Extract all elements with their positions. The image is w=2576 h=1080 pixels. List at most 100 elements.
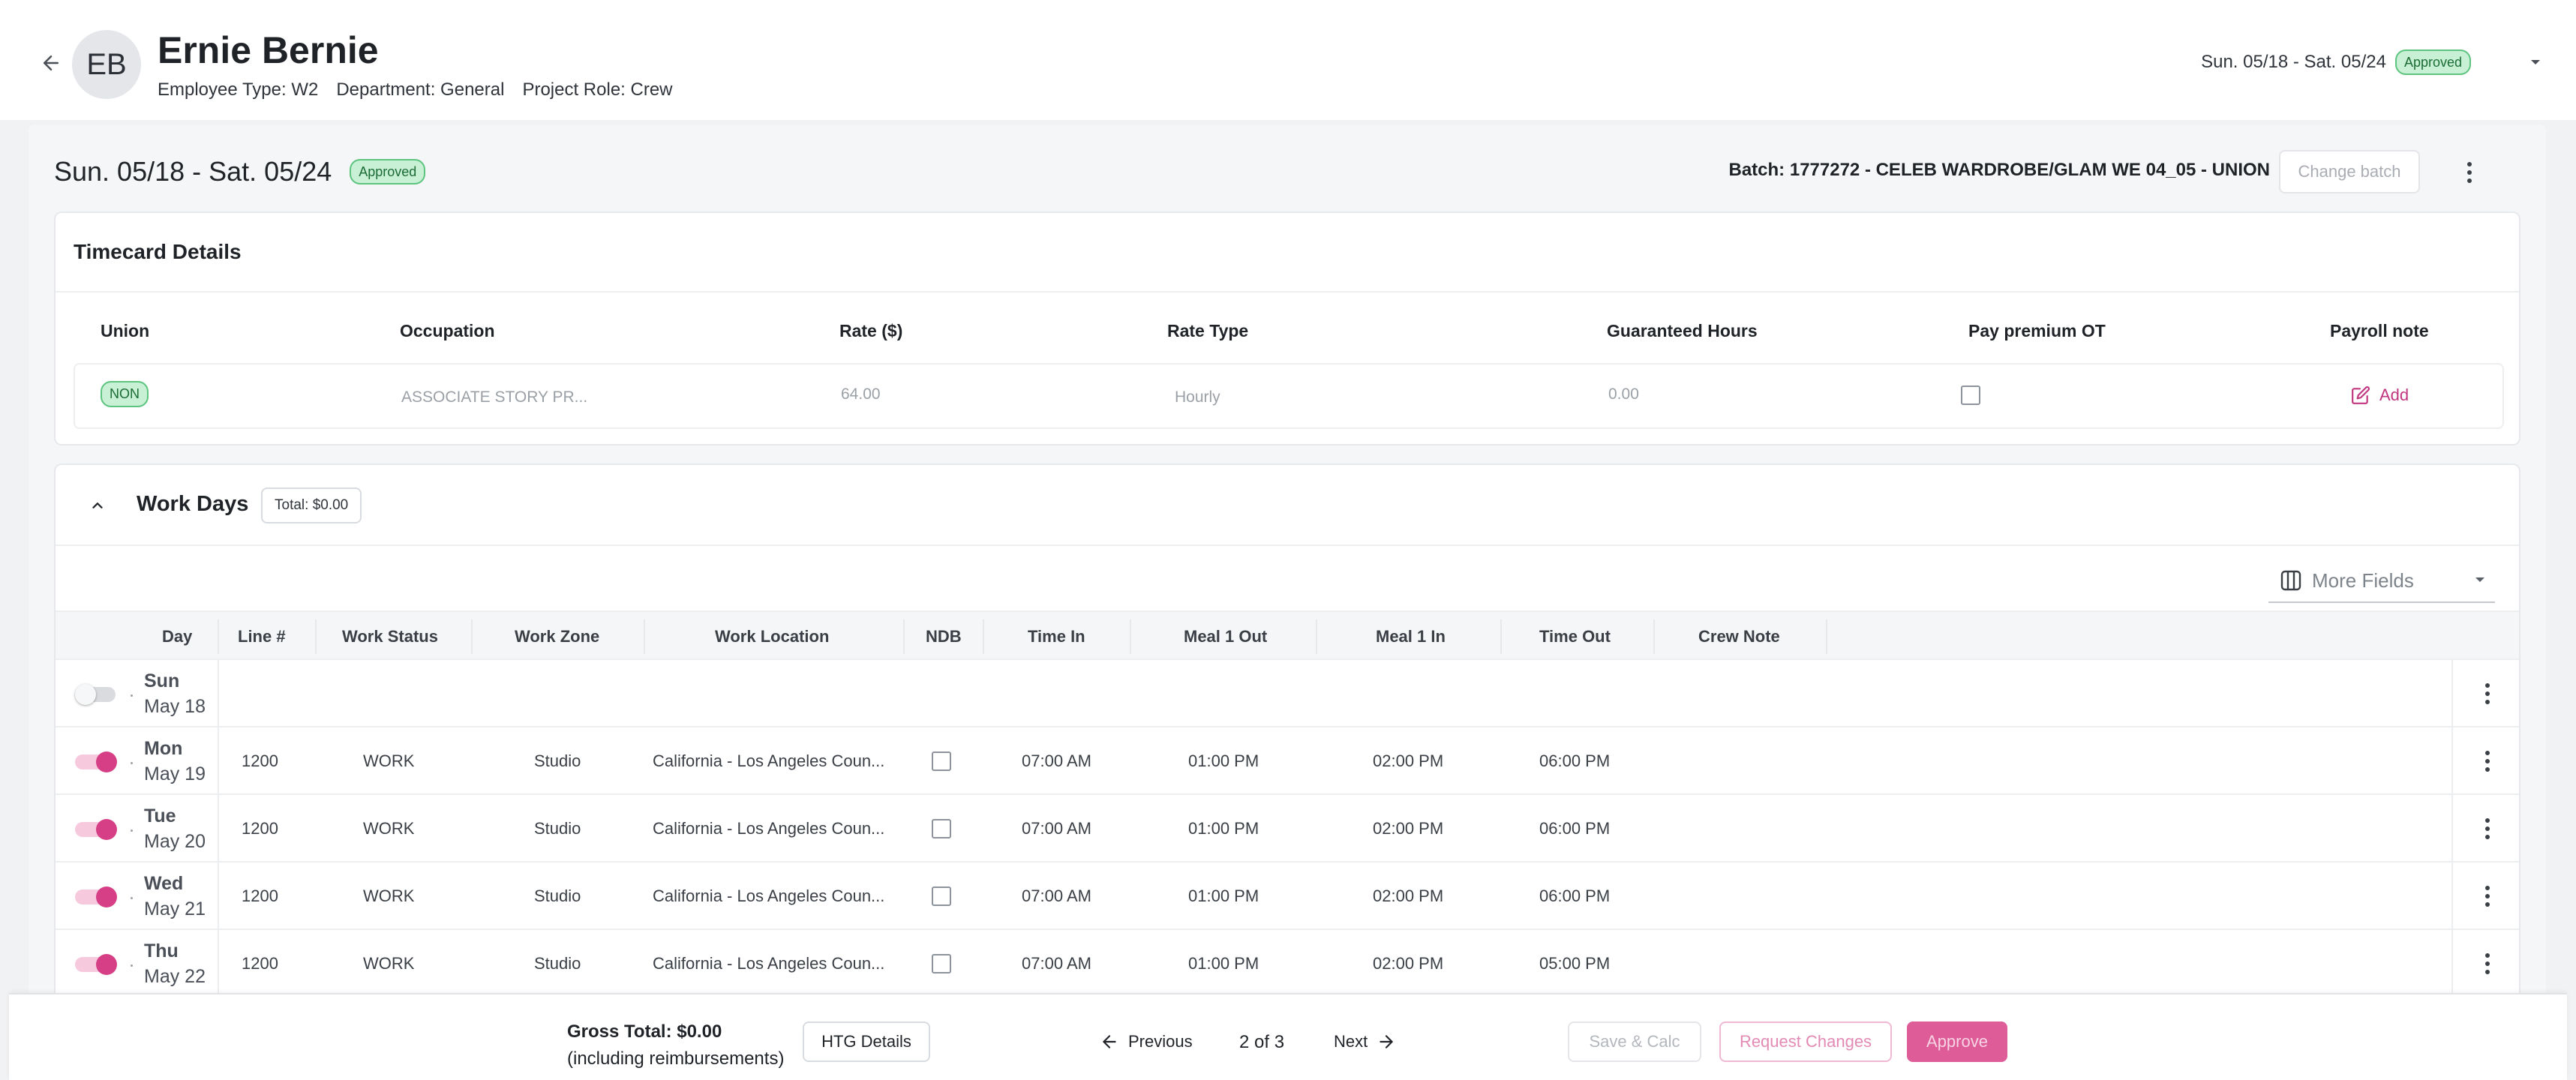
day-toggle[interactable] xyxy=(75,684,119,705)
work-location[interactable]: California - Los Angeles Coun... xyxy=(653,886,884,906)
meal1-out[interactable]: 01:00 PM xyxy=(1188,954,1259,974)
htg-details-button[interactable]: HTG Details xyxy=(803,1022,930,1062)
week-dropdown-button[interactable] xyxy=(2525,52,2546,73)
arrow-right-icon xyxy=(1380,1035,1393,1048)
timecard-details-card: Timecard Details Union Occupation Rate (… xyxy=(54,212,2520,446)
work-zone[interactable]: Studio xyxy=(534,886,581,906)
next-button[interactable]: Next xyxy=(1326,1022,1404,1062)
work-zone[interactable]: Studio xyxy=(534,752,581,771)
approve-button[interactable]: Approve xyxy=(1907,1022,2007,1062)
meal1-in[interactable]: 02:00 PM xyxy=(1373,954,1443,974)
line-number[interactable]: 1200 xyxy=(242,954,278,974)
meal1-out[interactable]: 01:00 PM xyxy=(1188,819,1259,838)
time-in[interactable]: 07:00 AM xyxy=(1022,954,1091,974)
gross-total: Gross Total: $0.00 (including reimbursem… xyxy=(567,1018,784,1072)
divider xyxy=(218,728,219,794)
meal1-in[interactable]: 02:00 PM xyxy=(1373,752,1443,771)
ndb-checkbox[interactable] xyxy=(932,819,951,838)
ndb-checkbox[interactable] xyxy=(932,886,951,906)
divider xyxy=(2451,862,2453,928)
ndb-checkbox[interactable] xyxy=(932,752,951,771)
column-divider xyxy=(1653,620,1655,654)
row-more-icon[interactable] xyxy=(2472,881,2502,911)
line-number[interactable]: 1200 xyxy=(242,752,278,771)
day-toggle[interactable] xyxy=(75,819,119,840)
collapse-button[interactable] xyxy=(83,490,113,520)
time-out[interactable]: 05:00 PM xyxy=(1539,954,1610,974)
work-location[interactable]: California - Los Angeles Coun... xyxy=(653,819,884,838)
occupation-value: ASSOCIATE STORY PR... xyxy=(401,388,588,406)
timecard-week: Sun. 05/18 - Sat. 05/24 xyxy=(54,156,332,187)
back-button[interactable] xyxy=(36,48,66,78)
status-badge: Approved xyxy=(2394,50,2471,75)
column-divider xyxy=(983,620,984,654)
time-out[interactable]: 06:00 PM xyxy=(1539,886,1610,906)
time-in[interactable]: 07:00 AM xyxy=(1022,752,1091,771)
ndb-checkbox[interactable] xyxy=(932,954,951,974)
day-date: May 20 xyxy=(144,831,206,852)
timecard-more-icon[interactable] xyxy=(2454,158,2484,188)
header-guaranteed-hours: Guaranteed Hours xyxy=(1607,321,1758,340)
column-divider xyxy=(1500,620,1502,654)
divider xyxy=(2451,930,2453,996)
work-status[interactable]: WORK xyxy=(363,954,414,974)
work-zone[interactable]: Studio xyxy=(534,954,581,974)
divider xyxy=(56,291,2519,292)
more-fields-select[interactable]: More Fields xyxy=(2268,560,2495,603)
work-location[interactable]: California - Los Angeles Coun... xyxy=(653,954,884,974)
time-in[interactable]: 07:00 AM xyxy=(1022,819,1091,838)
columns-icon xyxy=(2280,570,2301,591)
work-location[interactable]: California - Los Angeles Coun... xyxy=(653,752,884,771)
work-days-card: Work Days Total: $0.00 More Fields Day L… xyxy=(54,464,2520,1080)
row-more-icon[interactable] xyxy=(2472,949,2502,979)
add-payroll-note-button[interactable]: Add xyxy=(2351,386,2409,405)
day-toggle[interactable] xyxy=(75,886,119,908)
meal1-in[interactable]: 02:00 PM xyxy=(1373,886,1443,906)
dot-separator xyxy=(131,897,133,899)
gross-total-value: Gross Total: $0.00 xyxy=(567,1022,722,1042)
day-date: May 21 xyxy=(144,898,206,920)
time-in[interactable]: 07:00 AM xyxy=(1022,886,1091,906)
dot-separator xyxy=(131,964,133,967)
time-out[interactable]: 06:00 PM xyxy=(1539,819,1610,838)
work-zone[interactable]: Studio xyxy=(534,819,581,838)
rate-value: 64.00 xyxy=(841,386,881,403)
row-more-icon[interactable] xyxy=(2472,679,2502,709)
change-batch-button[interactable]: Change batch xyxy=(2279,150,2420,194)
day-toggle[interactable] xyxy=(75,954,119,975)
timecard-week-title: Sun. 05/18 - Sat. 05/24 Approved xyxy=(54,156,426,188)
column-divider xyxy=(471,620,473,654)
time-out[interactable]: 06:00 PM xyxy=(1539,752,1610,771)
arrow-left-icon xyxy=(1103,1035,1116,1048)
save-calc-button[interactable]: Save & Calc xyxy=(1568,1022,1701,1062)
day-date: May 18 xyxy=(144,696,206,717)
day-name: Thu xyxy=(144,940,179,962)
work-day-row-wed: Wed May 21 1200 WORK Studio California -… xyxy=(56,862,2519,930)
line-number[interactable]: 1200 xyxy=(242,819,278,838)
gross-total-note: (including reimbursements) xyxy=(567,1048,785,1069)
request-changes-button[interactable]: Request Changes xyxy=(1719,1022,1892,1062)
work-status[interactable]: WORK xyxy=(363,752,414,771)
column-work-zone: Work Zone xyxy=(515,627,600,646)
line-number[interactable]: 1200 xyxy=(242,886,278,906)
timecard-details-row: NON ASSOCIATE STORY PR... 64.00 Hourly 0… xyxy=(74,363,2504,429)
employee-type: Employee Type: W2 xyxy=(158,80,319,100)
divider xyxy=(2451,660,2453,726)
row-more-icon[interactable] xyxy=(2472,746,2502,776)
arrow-left-icon xyxy=(44,56,59,70)
column-crew-note: Crew Note xyxy=(1698,627,1780,646)
employee-header: EB Ernie Bernie Employee Type: W2 Depart… xyxy=(0,0,2576,120)
pay-premium-ot-checkbox[interactable] xyxy=(1961,386,1980,405)
work-days-header: Work Days Total: $0.00 xyxy=(56,465,2519,546)
batch-label: Batch: 1777272 - CELEB WARDROBE/GLAM WE … xyxy=(1728,160,2271,180)
work-status[interactable]: WORK xyxy=(363,819,414,838)
row-more-icon[interactable] xyxy=(2472,814,2502,844)
meal1-in[interactable]: 02:00 PM xyxy=(1373,819,1443,838)
day-name: Wed xyxy=(144,873,184,894)
work-status[interactable]: WORK xyxy=(363,886,414,906)
meal1-out[interactable]: 01:00 PM xyxy=(1188,752,1259,771)
week-selector[interactable]: Sun. 05/18 - Sat. 05/24 Approved xyxy=(2201,50,2546,75)
day-toggle[interactable] xyxy=(75,752,119,772)
meal1-out[interactable]: 01:00 PM xyxy=(1188,886,1259,906)
previous-button[interactable]: Previous xyxy=(1092,1022,1200,1062)
